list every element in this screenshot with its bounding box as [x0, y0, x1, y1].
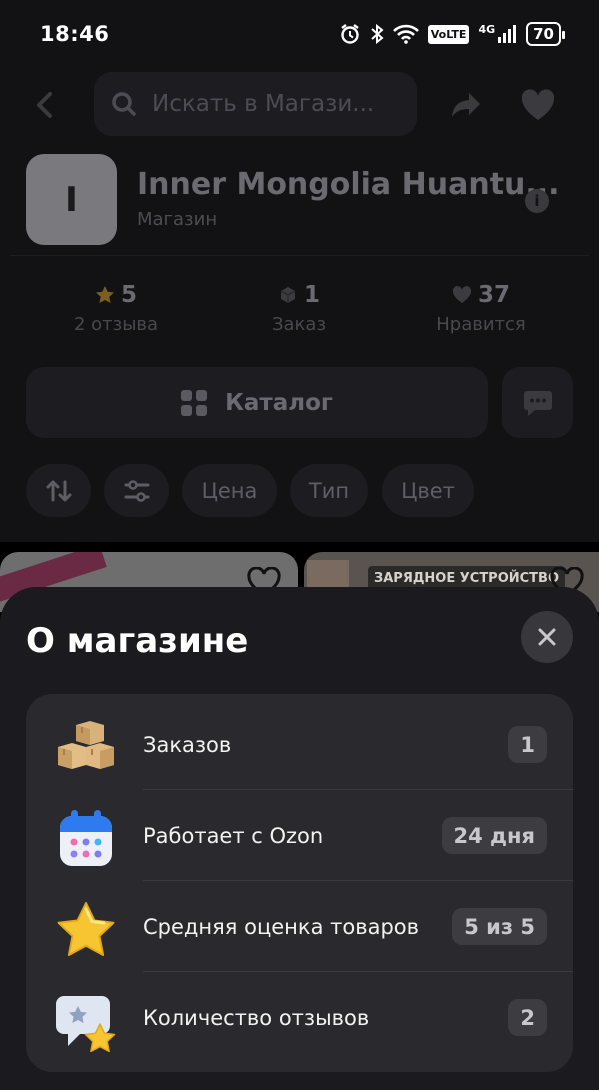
- info-row-working-since: Работает с Ozon 24 дня: [26, 790, 573, 881]
- favorite-heart-icon[interactable]: [520, 88, 556, 122]
- alarm-icon: [339, 23, 361, 45]
- stat-reviews-label: 2 отзыва: [73, 314, 159, 335]
- status-bar: 18:46 VoLTE 4G 70: [0, 0, 599, 70]
- boxes-icon: [58, 721, 114, 769]
- filter-chip-type[interactable]: Тип: [290, 464, 368, 517]
- info-row-reviews: Количество отзывов 2: [26, 972, 573, 1063]
- grid-icon: [181, 389, 208, 416]
- sort-button[interactable]: [26, 464, 91, 517]
- store-info-list: Заказов 1 Работает с Ozon 24 дня Средняя…: [26, 694, 573, 1072]
- heart-icon: [452, 286, 472, 303]
- stat-orders-label: Заказ: [271, 314, 327, 335]
- info-row-value: 1: [508, 726, 547, 763]
- stat-likes[interactable]: 37 Нравится: [401, 282, 561, 335]
- back-arrow-icon[interactable]: [30, 90, 60, 120]
- close-icon: [538, 628, 556, 646]
- star-icon: [57, 902, 115, 956]
- info-row-label: Количество отзывов: [143, 1005, 370, 1030]
- search-icon: [112, 92, 136, 116]
- info-row-label: Средняя оценка товаров: [143, 914, 420, 939]
- share-icon[interactable]: [449, 88, 483, 122]
- stat-reviews[interactable]: 5 2 отзыва: [36, 282, 196, 335]
- status-time: 18:46: [40, 22, 110, 46]
- close-button[interactable]: [521, 611, 573, 663]
- sort-icon: [46, 480, 71, 501]
- stat-orders-value: 1: [303, 282, 320, 308]
- info-row-label: Работает с Ozon: [143, 823, 324, 848]
- sheet-title: О магазине: [26, 621, 249, 661]
- status-icons: VoLTE 4G 70: [339, 22, 565, 46]
- stat-likes-label: Нравится: [436, 314, 526, 335]
- catalog-label: Каталог: [225, 389, 333, 416]
- filters-button[interactable]: [104, 464, 169, 517]
- header-divider: [10, 255, 589, 256]
- filters-icon: [124, 479, 149, 502]
- review-icon: [56, 996, 116, 1052]
- box-icon: [280, 287, 296, 303]
- stat-likes-value: 37: [477, 282, 510, 308]
- signal-4g-icon: 4G: [478, 24, 517, 44]
- chat-button[interactable]: [502, 367, 573, 438]
- info-row-value: 5 из 5: [452, 908, 547, 945]
- info-row-orders: Заказов 1: [26, 699, 573, 790]
- info-row-value: 24 дня: [441, 817, 547, 854]
- store-name: Inner Mongolia Huantu...: [137, 167, 560, 202]
- info-row-rating: Средняя оценка товаров 5 из 5: [26, 881, 573, 972]
- network-type: 4G: [478, 23, 496, 36]
- battery-icon: 70: [526, 22, 565, 46]
- catalog-button[interactable]: Каталог: [26, 367, 488, 438]
- stat-orders[interactable]: 1 Заказ: [219, 282, 379, 335]
- search-input[interactable]: Искать в Магази...: [94, 72, 417, 136]
- search-placeholder: Искать в Магази...: [152, 91, 375, 117]
- bluetooth-icon: [370, 23, 384, 45]
- star-icon: [95, 286, 114, 303]
- wifi-icon: [392, 24, 419, 44]
- volte-icon: VoLTE: [427, 24, 470, 44]
- info-row-value: 2: [508, 999, 547, 1036]
- info-row-label: Заказов: [143, 732, 232, 757]
- calendar-icon: [60, 810, 112, 866]
- about-store-sheet: О магазине Заказов 1 Работает с Ozon 24 …: [0, 587, 599, 1090]
- filter-chip-price[interactable]: Цена: [182, 464, 277, 517]
- store-logo: I: [26, 154, 117, 245]
- chat-icon: [523, 390, 552, 416]
- stat-reviews-value: 5: [120, 282, 137, 308]
- store-type: Магазин: [137, 209, 218, 230]
- filter-chip-color[interactable]: Цвет: [382, 464, 474, 517]
- info-icon[interactable]: i: [525, 189, 549, 213]
